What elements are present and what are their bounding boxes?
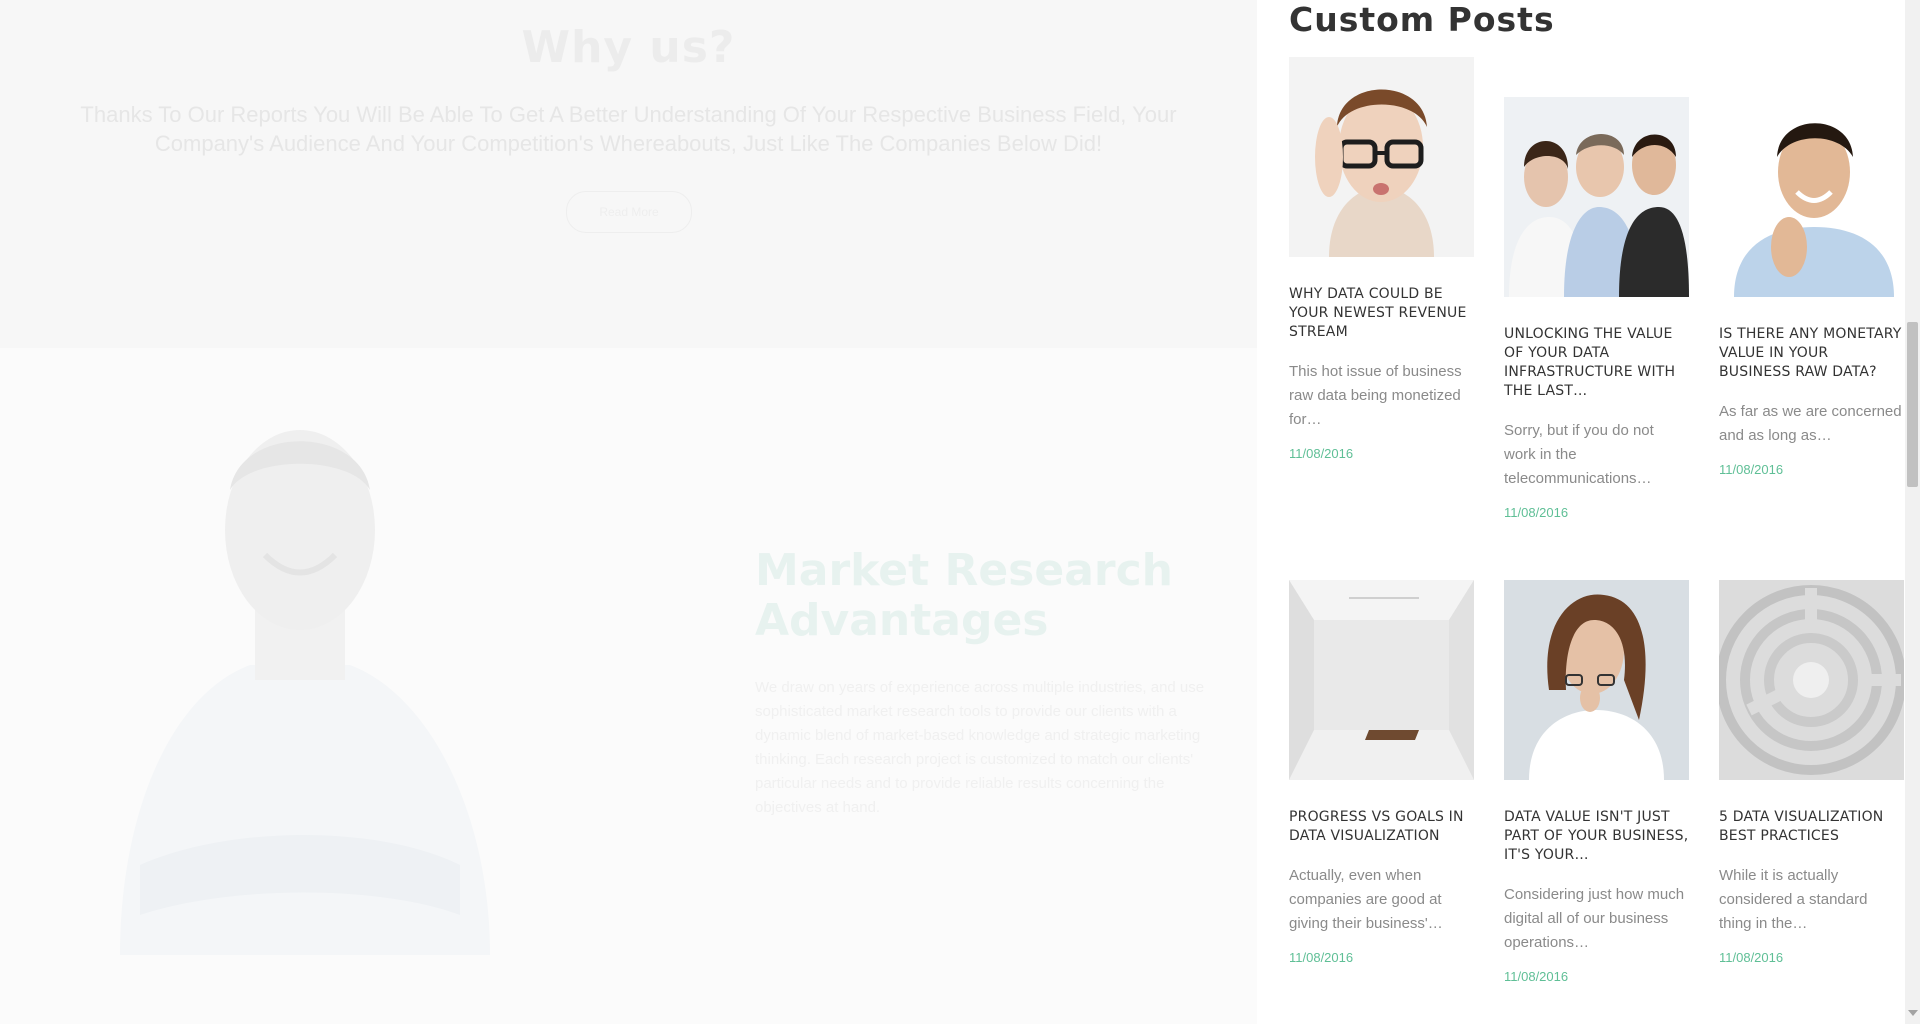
post-date: 11/08/2016 bbox=[1289, 950, 1354, 965]
post-title[interactable]: PROGRESS VS GOALS IN DATA VISUALIZATION bbox=[1289, 808, 1474, 846]
post-card[interactable]: DATA VALUE ISN'T JUST PART OF YOUR BUSIN… bbox=[1504, 580, 1689, 984]
post-date: 11/08/2016 bbox=[1289, 446, 1354, 461]
post-date: 11/08/2016 bbox=[1504, 969, 1569, 984]
woman-glasses-photo[interactable] bbox=[1289, 57, 1474, 257]
scroll-down-arrow-icon[interactable] bbox=[1908, 1010, 1918, 1016]
why-us-section: Why us? Thanks To Our Reports You Will B… bbox=[0, 0, 1257, 348]
post-title[interactable]: DATA VALUE ISN'T JUST PART OF YOUR BUSIN… bbox=[1504, 808, 1689, 865]
post-card[interactable]: UNLOCKING THE VALUE OF YOUR DATA INFRAST… bbox=[1504, 97, 1689, 520]
post-date: 11/08/2016 bbox=[1719, 950, 1784, 965]
post-title[interactable]: IS THERE ANY MONETARY VALUE IN YOUR BUSI… bbox=[1719, 325, 1904, 382]
post-card[interactable]: IS THERE ANY MONETARY VALUE IN YOUR BUSI… bbox=[1719, 97, 1904, 477]
scrollbar-thumb[interactable] bbox=[1907, 322, 1918, 487]
post-excerpt: This hot issue of business raw data bein… bbox=[1289, 363, 1462, 428]
post-excerpt: Sorry, but if you do not work in the tel… bbox=[1504, 422, 1654, 487]
group-people-photo[interactable] bbox=[1504, 97, 1689, 297]
post-excerpt: Considering just how much digital all of… bbox=[1504, 886, 1685, 951]
post-excerpt: While it is actually considered a standa… bbox=[1719, 867, 1868, 932]
empty-gallery-photo[interactable] bbox=[1289, 580, 1474, 780]
woman-glasses-chin-photo[interactable] bbox=[1504, 580, 1689, 780]
market-research-text: We draw on years of experience across mu… bbox=[755, 679, 1205, 816]
why-us-text: Thanks To Our Reports You Will Be Able T… bbox=[80, 102, 1177, 156]
background-page: Why us? Thanks To Our Reports You Will B… bbox=[0, 0, 1257, 1024]
custom-posts-panel: Custom Posts WHY DATA COULD BE YOUR NEWE… bbox=[1257, 0, 1905, 1024]
scrollbar-track[interactable] bbox=[1905, 0, 1920, 1024]
post-excerpt: As far as we are concerned and as long a… bbox=[1719, 403, 1902, 444]
post-title[interactable]: 5 DATA VISUALIZATION BEST PRACTICES bbox=[1719, 808, 1904, 846]
post-title[interactable]: UNLOCKING THE VALUE OF YOUR DATA INFRAST… bbox=[1504, 325, 1689, 401]
post-card[interactable]: 5 DATA VISUALIZATION BEST PRACTICES Whil… bbox=[1719, 580, 1904, 965]
post-title[interactable]: WHY DATA COULD BE YOUR NEWEST REVENUE ST… bbox=[1289, 285, 1474, 342]
smiling-man-portrait bbox=[80, 395, 520, 955]
smiling-man-photo[interactable] bbox=[1719, 97, 1904, 297]
maze-photo[interactable] bbox=[1719, 580, 1904, 780]
market-research-title: Market Research Advantages bbox=[755, 545, 1173, 646]
post-excerpt: Actually, even when companies are good a… bbox=[1289, 867, 1443, 932]
custom-posts-title: Custom Posts bbox=[1289, 0, 1555, 39]
read-more-button[interactable]: Read More bbox=[566, 191, 692, 233]
post-date: 11/08/2016 bbox=[1719, 462, 1784, 477]
post-card[interactable]: WHY DATA COULD BE YOUR NEWEST REVENUE ST… bbox=[1289, 57, 1474, 461]
why-us-title: Why us? bbox=[521, 22, 736, 73]
post-date: 11/08/2016 bbox=[1504, 505, 1569, 520]
post-card[interactable]: PROGRESS VS GOALS IN DATA VISUALIZATION … bbox=[1289, 580, 1474, 965]
